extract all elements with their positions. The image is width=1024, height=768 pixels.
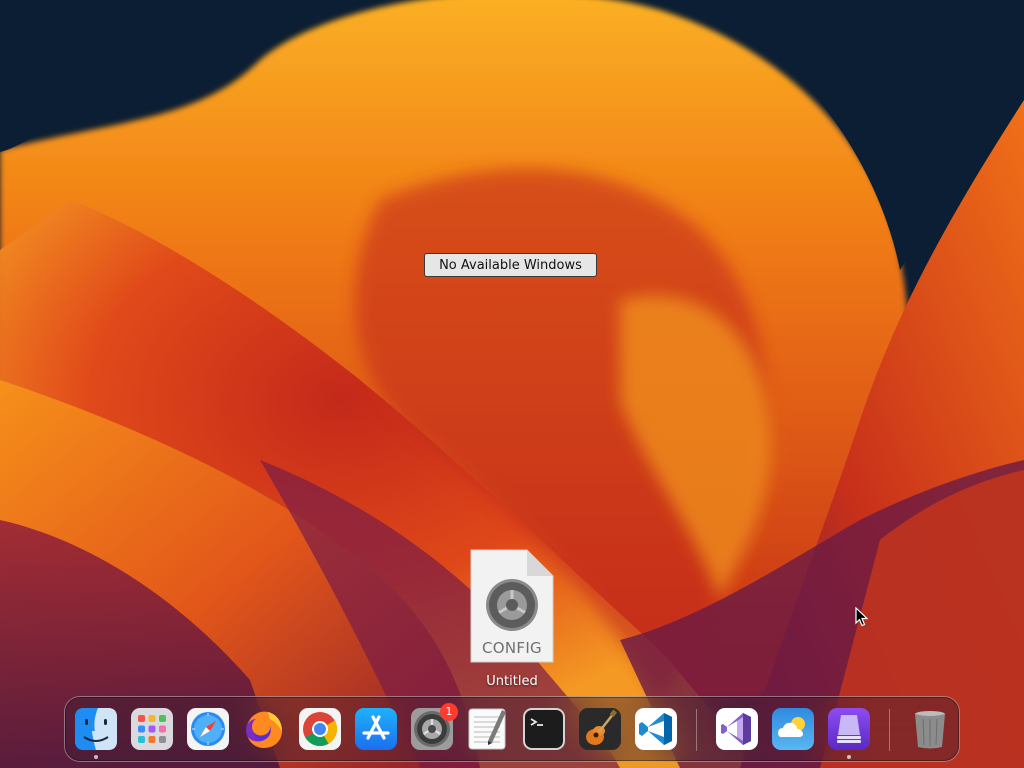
trash-icon bbox=[915, 711, 945, 749]
finder-icon bbox=[75, 708, 117, 750]
app-store-icon bbox=[355, 708, 397, 750]
weather-icon bbox=[772, 708, 814, 750]
no-available-windows-notice: No Available Windows bbox=[424, 253, 597, 277]
dock-item-chrome[interactable] bbox=[298, 707, 342, 751]
dock-separator bbox=[696, 709, 697, 751]
dock-item-garageband[interactable] bbox=[578, 707, 622, 751]
dock-item-textedit[interactable] bbox=[466, 707, 510, 751]
dock-separator bbox=[889, 709, 890, 751]
safari-icon bbox=[187, 708, 229, 750]
launchpad-icon bbox=[131, 708, 173, 750]
dock: 1 bbox=[64, 696, 960, 762]
guitar-icon bbox=[579, 708, 621, 750]
dock-item-simulator[interactable] bbox=[827, 707, 871, 759]
dock-item-weather[interactable] bbox=[771, 707, 815, 751]
dock-item-vscode[interactable] bbox=[634, 707, 678, 751]
mouse-cursor-icon bbox=[855, 606, 869, 627]
dock-item-launchpad[interactable] bbox=[130, 707, 174, 751]
dock-item-app-store[interactable] bbox=[354, 707, 398, 751]
dock-item-visual-studio[interactable] bbox=[715, 707, 759, 751]
desktop-file-untitled[interactable]: CONFIG Untitled bbox=[459, 548, 565, 689]
notification-badge: 1 bbox=[440, 703, 458, 721]
simulator-icon bbox=[828, 708, 870, 750]
dock-item-finder[interactable] bbox=[74, 707, 118, 759]
textedit-icon bbox=[468, 708, 506, 750]
terminal-icon bbox=[523, 708, 565, 750]
running-indicator bbox=[847, 755, 851, 759]
file-name-label: Untitled bbox=[486, 674, 538, 689]
dock-item-terminal[interactable] bbox=[522, 707, 566, 751]
vscode-icon bbox=[635, 708, 677, 750]
config-file-icon: CONFIG bbox=[469, 548, 555, 664]
dock-item-safari[interactable] bbox=[186, 707, 230, 751]
running-indicator bbox=[94, 755, 98, 759]
dock-item-system-settings[interactable]: 1 bbox=[410, 703, 458, 751]
file-extension-label: CONFIG bbox=[482, 639, 542, 657]
visual-studio-icon bbox=[716, 708, 758, 750]
firefox-icon bbox=[246, 711, 282, 748]
chrome-icon bbox=[299, 708, 341, 750]
dock-item-trash[interactable] bbox=[908, 707, 952, 751]
dock-item-firefox[interactable] bbox=[242, 707, 286, 751]
